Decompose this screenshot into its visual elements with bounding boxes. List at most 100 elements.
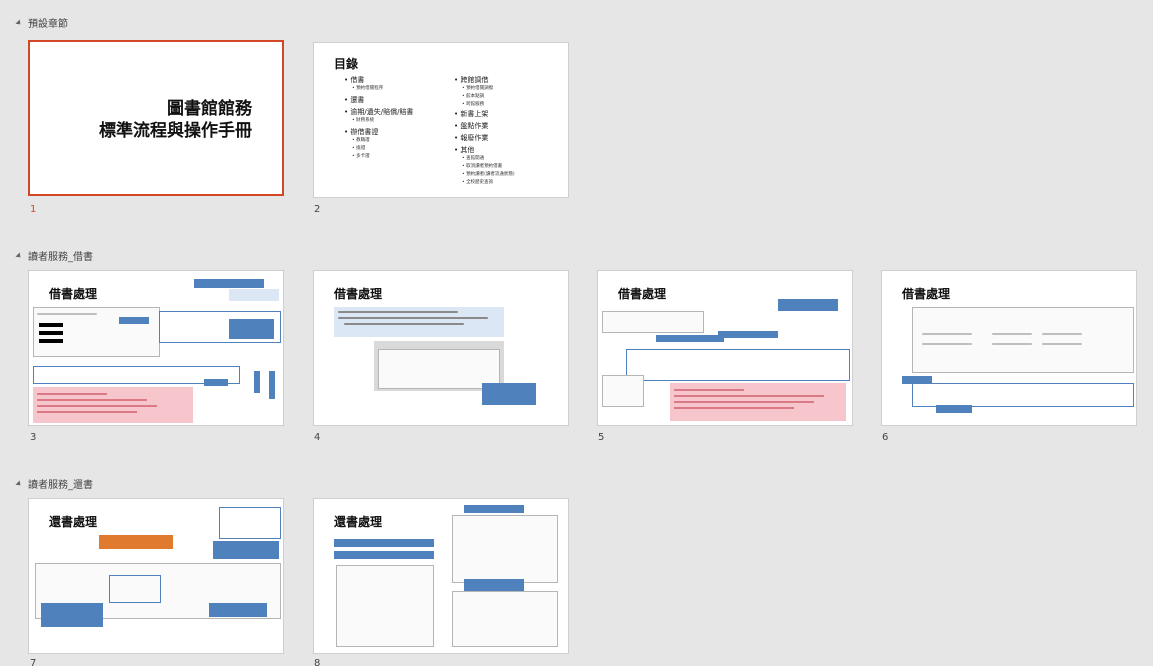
text-line [674, 395, 824, 397]
text-line [37, 313, 97, 315]
slide-thumbnail-1[interactable]: 圖書館館務 標準流程與操作手冊 [28, 40, 284, 196]
highlight-box [626, 349, 850, 381]
toc-subitem: • 查館開通 [462, 156, 485, 161]
text-line [674, 407, 794, 409]
title-line-2: 標準流程與操作手冊 [99, 121, 252, 141]
screenshot-region [336, 565, 434, 647]
callout-box [99, 535, 173, 549]
text-line [37, 405, 157, 407]
text-line [37, 399, 147, 401]
toc-item: • 跨館調借 [454, 76, 489, 84]
toc-subitem: • 預約讀者(讀者流通狀態) [462, 172, 515, 177]
slide-number: 2 [314, 204, 321, 215]
slide-number: 3 [30, 432, 37, 443]
text-line [992, 333, 1032, 335]
callout-box [204, 379, 228, 386]
callout-box [254, 371, 260, 393]
callout-box [41, 603, 103, 627]
slide-title: 目錄 [334, 57, 359, 71]
slide-thumbnail-4[interactable]: 借書處理 [313, 270, 569, 426]
toc-subitem: • 預約借閱程序 [352, 86, 384, 91]
collapse-triangle-icon[interactable] [15, 251, 23, 260]
text-line [37, 393, 107, 395]
slide-title: 還書處理 [49, 515, 98, 529]
callout-box [229, 289, 279, 301]
screenshot-region [602, 375, 644, 407]
toc-item: • 辦借書證 [344, 128, 379, 136]
slide-thumbnail-8[interactable]: 還書處理 [313, 498, 569, 654]
section-label: 預設章節 [28, 19, 68, 30]
slide-title: 借書處理 [334, 287, 383, 301]
slide-number: 7 [30, 658, 37, 666]
callout-box [464, 579, 524, 591]
callout-box [656, 335, 724, 342]
slide-thumbnail-5[interactable]: 借書處理 [597, 270, 853, 426]
callout-box [778, 299, 838, 311]
slide-sorter-view: 預設章節 圖書館館務 標準流程與操作手冊 1 目錄 • 借書 • 預約借閱程序 … [0, 0, 1153, 666]
highlight-box [912, 383, 1134, 407]
section-header-return[interactable]: 讀者服務_還書 [15, 476, 93, 491]
text-line [1042, 333, 1082, 335]
slide-title: 借書處理 [49, 287, 98, 301]
callout-box [269, 371, 275, 399]
toc-subitem: • 預約借閱調撥 [462, 86, 494, 91]
slide-number: 5 [598, 432, 605, 443]
slide-thumbnail-2[interactable]: 目錄 • 借書 • 預約借閱程序 • 還書 • 逾期/遺失/賠償/賠書 • 財務… [313, 42, 569, 198]
slide-number: 4 [314, 432, 321, 443]
slide-title: 借書處理 [618, 287, 667, 301]
text-line [1042, 343, 1082, 345]
text-line [338, 317, 488, 319]
screenshot-region [452, 515, 558, 583]
section-header-default[interactable]: 預設章節 [15, 15, 68, 30]
callout-box [464, 505, 524, 513]
text-line [992, 343, 1032, 345]
highlight-box [219, 507, 281, 539]
collapse-triangle-icon[interactable] [15, 479, 23, 488]
toc-item: • 報廢作業 [454, 134, 489, 142]
slide-number: 6 [882, 432, 889, 443]
callout-box [482, 383, 536, 405]
redaction [39, 339, 63, 343]
slide-number: 1 [30, 204, 37, 215]
toc-item: • 新書上架 [454, 110, 489, 118]
section-label: 讀者服務_借書 [28, 252, 93, 263]
collapse-triangle-icon[interactable] [15, 18, 23, 27]
slide-title: 借書處理 [902, 287, 951, 301]
toc-item: • 借書 [344, 76, 365, 84]
toc-subitem: • 財務系統 [352, 118, 375, 123]
text-line [674, 389, 744, 391]
slide-thumbnail-6[interactable]: 借書處理 [881, 270, 1137, 426]
section-label: 讀者服務_還書 [28, 480, 93, 491]
slide-title: 圖書館館務 標準流程與操作手冊 [99, 98, 252, 142]
toc-subitem: • 教職證 [352, 138, 370, 143]
slide-thumbnail-3[interactable]: 借書處理 [28, 270, 284, 426]
screenshot-region [602, 311, 704, 333]
toc-item: • 其他 [454, 146, 475, 154]
text-line [338, 311, 458, 313]
toc-subitem: • 全校歷史查詢 [462, 180, 494, 185]
screenshot-region [912, 307, 1134, 373]
callout-box [334, 551, 434, 559]
section-header-borrow[interactable]: 讀者服務_借書 [15, 248, 93, 263]
toc-item: • 逾期/遺失/賠償/賠書 [344, 108, 414, 116]
callout-box [213, 541, 279, 559]
toc-item: • 盤點作業 [454, 122, 489, 130]
redaction [39, 331, 63, 335]
toc-subitem: • 取消讀者預約借書 [462, 164, 503, 169]
slide-thumbnail-7[interactable]: 還書處理 [28, 498, 284, 654]
text-line [37, 411, 137, 413]
toc-item: • 還書 [344, 96, 365, 104]
callout-box [936, 405, 972, 413]
callout-box [119, 317, 149, 324]
callout-box [194, 279, 264, 288]
toc-subitem: • 跨館服務 [462, 102, 485, 107]
text-line [922, 343, 972, 345]
toc-subitem: • 多卡證 [352, 154, 370, 159]
screenshot-region [452, 591, 558, 647]
callout-box [229, 319, 274, 339]
redaction [39, 323, 63, 327]
highlight-box [109, 575, 161, 603]
text-line [674, 401, 814, 403]
slide-number: 8 [314, 658, 321, 666]
title-line-1: 圖書館館務 [167, 99, 252, 119]
